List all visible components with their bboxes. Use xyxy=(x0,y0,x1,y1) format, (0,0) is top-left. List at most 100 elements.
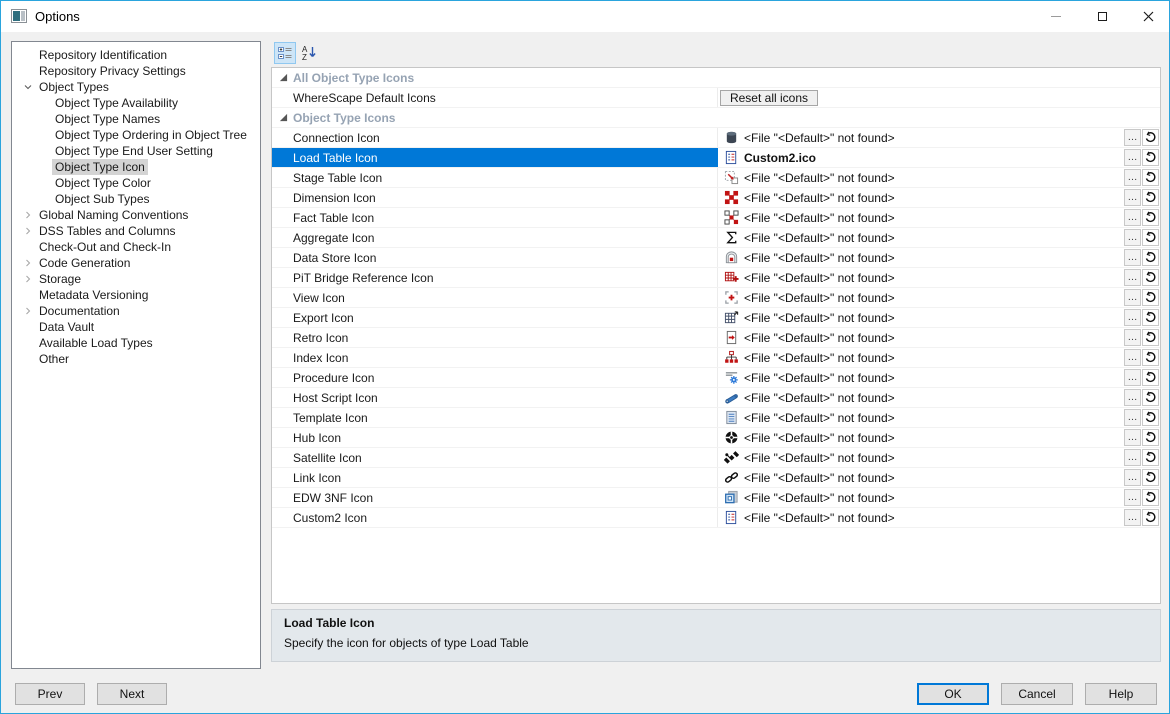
reset-icon-button[interactable] xyxy=(1142,369,1159,386)
tree-item-data-vault[interactable]: Data Vault xyxy=(12,319,260,335)
reset-icon-button[interactable] xyxy=(1142,449,1159,466)
chevron-right-icon[interactable] xyxy=(20,223,36,239)
category-header-object-type-icons[interactable]: Object Type Icons xyxy=(272,108,1160,128)
tree-item-documentation[interactable]: Documentation xyxy=(12,303,260,319)
property-row-satellite-icon[interactable]: Satellite Icon <File "<Default>" not foun… xyxy=(272,448,1160,468)
reset-icon-button[interactable] xyxy=(1142,169,1159,186)
property-row-template-icon[interactable]: Template Icon <File "<Default>" not found… xyxy=(272,408,1160,428)
tree-item-other[interactable]: Other xyxy=(12,351,260,367)
chevron-down-icon[interactable] xyxy=(20,79,36,95)
property-row-edw-3nf-icon[interactable]: EDW 3NF Icon <File "<Default>" not found>… xyxy=(272,488,1160,508)
browse-button[interactable]: … xyxy=(1124,149,1141,166)
reset-icon-button[interactable] xyxy=(1142,209,1159,226)
help-button[interactable]: Help xyxy=(1085,683,1157,705)
chevron-right-icon[interactable] xyxy=(20,303,36,319)
browse-button[interactable]: … xyxy=(1124,469,1141,486)
reset-icon-button[interactable] xyxy=(1142,509,1159,526)
chevron-right-icon[interactable] xyxy=(20,271,36,287)
tree-item-object-type-color[interactable]: Object Type Color xyxy=(12,175,260,191)
property-row-dimension-icon[interactable]: Dimension Icon <File "<Default>" not foun… xyxy=(272,188,1160,208)
browse-button[interactable]: … xyxy=(1124,309,1141,326)
reset-icon-button[interactable] xyxy=(1142,129,1159,146)
sort-alphabetical-button[interactable]: A Z xyxy=(298,42,320,64)
cancel-button[interactable]: Cancel xyxy=(1001,683,1073,705)
property-row-host-script-icon[interactable]: Host Script Icon <File "<Default>" not fo… xyxy=(272,388,1160,408)
browse-button[interactable]: … xyxy=(1124,389,1141,406)
tree-item-object-types[interactable]: Object Types xyxy=(12,79,260,95)
browse-button[interactable]: … xyxy=(1124,489,1141,506)
reset-icon-button[interactable] xyxy=(1142,469,1159,486)
reset-icon-button[interactable] xyxy=(1142,309,1159,326)
reset-icon-button[interactable] xyxy=(1142,389,1159,406)
property-row-custom2-icon[interactable]: Custom2 Icon <File "<Default>" not found>… xyxy=(272,508,1160,528)
tree-item-object-type-icon[interactable]: Object Type Icon xyxy=(12,159,260,175)
tree-item-object-type-end-user-setting[interactable]: Object Type End User Setting xyxy=(12,143,260,159)
reset-icon-button[interactable] xyxy=(1142,249,1159,266)
tree-item-object-type-names[interactable]: Object Type Names xyxy=(12,111,260,127)
reset-icon-button[interactable] xyxy=(1142,329,1159,346)
tree-item-object-type-availability[interactable]: Object Type Availability xyxy=(12,95,260,111)
categorized-view-button[interactable] xyxy=(274,42,296,64)
browse-button[interactable]: … xyxy=(1124,229,1141,246)
browse-button[interactable]: … xyxy=(1124,369,1141,386)
tree-item-dss-tables-and-columns[interactable]: DSS Tables and Columns xyxy=(12,223,260,239)
browse-button[interactable]: … xyxy=(1124,169,1141,186)
property-row-connection-icon[interactable]: Connection Icon <File "<Default>" not fou… xyxy=(272,128,1160,148)
property-row-wherescape-default-icons[interactable]: WhereScape Default Icons Reset all icons xyxy=(272,88,1160,108)
tree-item-storage[interactable]: Storage xyxy=(12,271,260,287)
next-button[interactable]: Next xyxy=(97,683,167,705)
tree-item-object-sub-types[interactable]: Object Sub Types xyxy=(12,191,260,207)
property-row-retro-icon[interactable]: Retro Icon <File "<Default>" not found>… xyxy=(272,328,1160,348)
reset-all-icons-button[interactable]: Reset all icons xyxy=(720,89,818,106)
browse-button[interactable]: … xyxy=(1124,189,1141,206)
property-row-view-icon[interactable]: View Icon <File "<Default>" not found>… xyxy=(272,288,1160,308)
property-row-procedure-icon[interactable]: Procedure Icon <File "<Default>" not foun… xyxy=(272,368,1160,388)
reset-icon-button[interactable] xyxy=(1142,409,1159,426)
category-header-all-object-type-icons[interactable]: All Object Type Icons xyxy=(272,68,1160,88)
chevron-right-icon[interactable] xyxy=(20,207,36,223)
property-row-fact-table-icon[interactable]: Fact Table Icon <File "<Default>" not fou… xyxy=(272,208,1160,228)
reset-icon-button[interactable] xyxy=(1142,289,1159,306)
browse-button[interactable]: … xyxy=(1124,269,1141,286)
property-row-load-table-icon[interactable]: Load Table Icon Custom2.ico… xyxy=(272,148,1160,168)
browse-button[interactable]: … xyxy=(1124,209,1141,226)
property-row-aggregate-icon[interactable]: Aggregate Icon <File "<Default>" not foun… xyxy=(272,228,1160,248)
tree-item-repository-privacy-settings[interactable]: Repository Privacy Settings xyxy=(12,63,260,79)
prev-button[interactable]: Prev xyxy=(15,683,85,705)
tree-item-code-generation[interactable]: Code Generation xyxy=(12,255,260,271)
browse-button[interactable]: … xyxy=(1124,409,1141,426)
minimize-button[interactable] xyxy=(1033,1,1079,31)
tree-item-global-naming-conventions[interactable]: Global Naming Conventions xyxy=(12,207,260,223)
property-row-index-icon[interactable]: Index Icon <File "<Default>" not found>… xyxy=(272,348,1160,368)
browse-button[interactable]: … xyxy=(1124,129,1141,146)
reset-icon-button[interactable] xyxy=(1142,269,1159,286)
browse-button[interactable]: … xyxy=(1124,289,1141,306)
browse-button[interactable]: … xyxy=(1124,329,1141,346)
reset-icon-button[interactable] xyxy=(1142,229,1159,246)
ok-button[interactable]: OK xyxy=(917,683,989,705)
chevron-right-icon[interactable] xyxy=(20,255,36,271)
property-row-data-store-icon[interactable]: Data Store Icon <File "<Default>" not fou… xyxy=(272,248,1160,268)
reset-icon-button[interactable] xyxy=(1142,149,1159,166)
tree-item-check-out-and-check-in[interactable]: Check-Out and Check-In xyxy=(12,239,260,255)
tree-item-object-type-ordering-in-object-tree[interactable]: Object Type Ordering in Object Tree xyxy=(12,127,260,143)
reset-icon-button[interactable] xyxy=(1142,489,1159,506)
browse-button[interactable]: … xyxy=(1124,429,1141,446)
browse-button[interactable]: … xyxy=(1124,449,1141,466)
tree-item-metadata-versioning[interactable]: Metadata Versioning xyxy=(12,287,260,303)
property-row-pit-bridge-reference-icon[interactable]: PiT Bridge Reference Icon <File "<Default… xyxy=(272,268,1160,288)
tree-item-repository-identification[interactable]: Repository Identification xyxy=(12,47,260,63)
browse-button[interactable]: … xyxy=(1124,509,1141,526)
tree-item-available-load-types[interactable]: Available Load Types xyxy=(12,335,260,351)
property-row-hub-icon[interactable]: Hub Icon <File "<Default>" not found>… xyxy=(272,428,1160,448)
property-row-link-icon[interactable]: Link Icon <File "<Default>" not found>… xyxy=(272,468,1160,488)
reset-icon-button[interactable] xyxy=(1142,189,1159,206)
property-row-stage-table-icon[interactable]: Stage Table Icon <File "<Default>" not fo… xyxy=(272,168,1160,188)
reset-icon-button[interactable] xyxy=(1142,429,1159,446)
property-row-export-icon[interactable]: Export Icon <File "<Default>" not found>… xyxy=(272,308,1160,328)
reset-icon-button[interactable] xyxy=(1142,349,1159,366)
browse-button[interactable]: … xyxy=(1124,349,1141,366)
browse-button[interactable]: … xyxy=(1124,249,1141,266)
maximize-button[interactable] xyxy=(1079,1,1125,31)
close-button[interactable] xyxy=(1125,1,1170,31)
